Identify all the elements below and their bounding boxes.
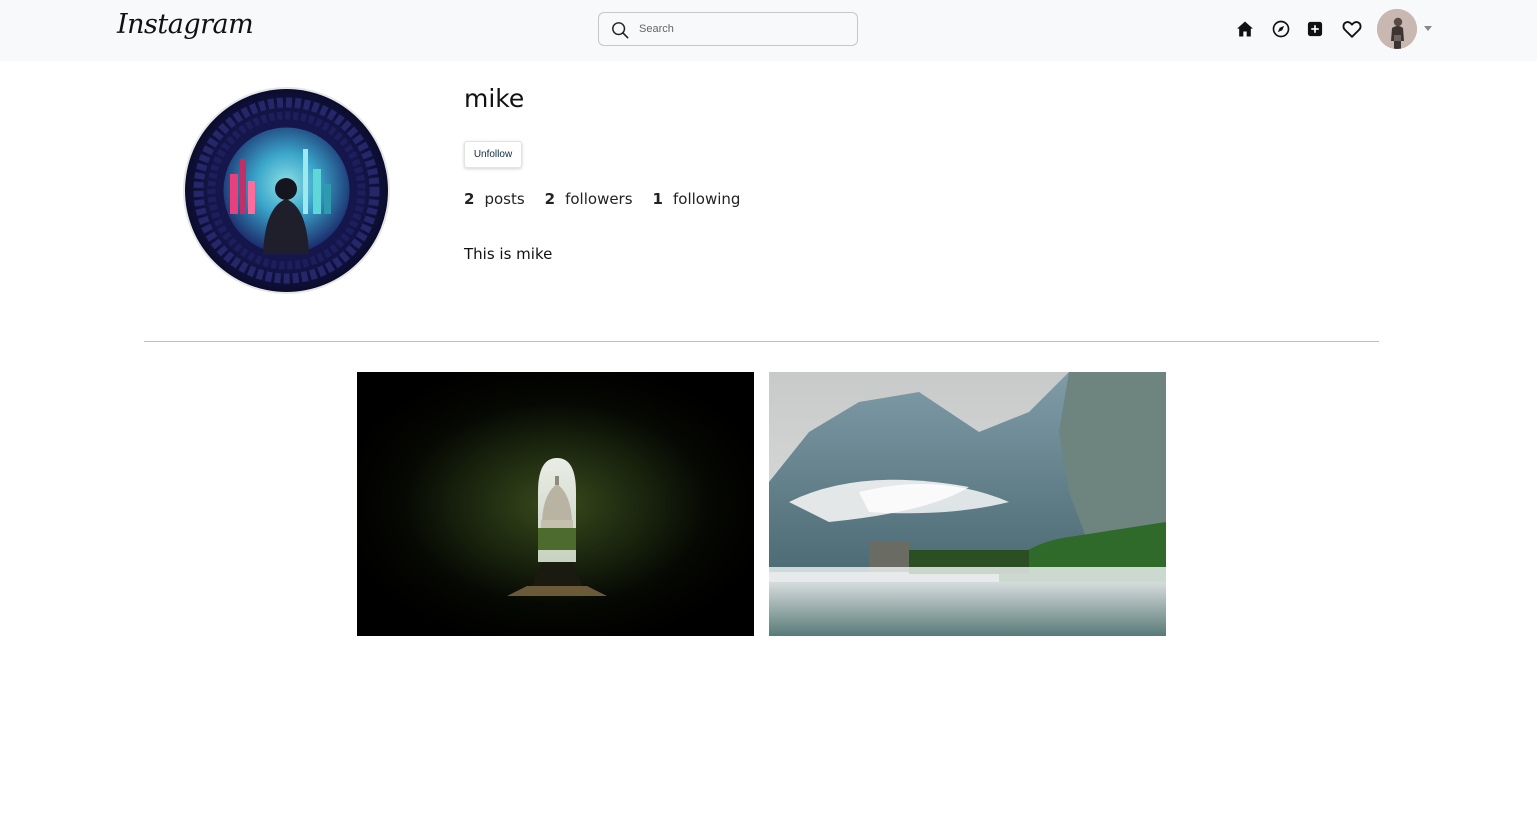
following-count-stat[interactable]: 1 following: [653, 190, 741, 208]
posts-count: 2: [464, 190, 475, 208]
keyhole-dome-image: [357, 372, 754, 636]
profile-divider: [144, 341, 1379, 342]
home-icon[interactable]: [1235, 19, 1255, 39]
new-post-icon[interactable]: [1305, 19, 1325, 39]
post-thumbnail-keyhole[interactable]: [357, 372, 754, 636]
account-avatar-image: [1377, 9, 1417, 49]
search-icon: [612, 22, 629, 39]
followers-count-stat[interactable]: 2 followers: [545, 190, 633, 208]
unfollow-button[interactable]: Unfollow: [464, 141, 522, 168]
posts-count-stat[interactable]: 2 posts: [464, 190, 525, 208]
posts-label: posts: [484, 190, 525, 208]
profile-stats: 2 posts 2 followers 1 following: [464, 190, 740, 208]
dropdown-caret-icon[interactable]: [1424, 26, 1432, 31]
activity-heart-icon[interactable]: [1341, 18, 1363, 40]
mountain-lake-image: [769, 372, 1166, 636]
profile-bio: This is mike: [464, 245, 553, 263]
following-count: 1: [652, 190, 663, 208]
search-input[interactable]: [639, 19, 844, 39]
instagram-logo[interactable]: Instagram: [117, 9, 254, 40]
explore-icon[interactable]: [1271, 19, 1291, 39]
following-label: following: [672, 190, 741, 208]
account-avatar[interactable]: [1377, 9, 1417, 49]
followers-label: followers: [565, 190, 633, 208]
profile-picture: [183, 87, 390, 294]
profile-username: mike: [464, 84, 525, 113]
followers-count: 2: [544, 190, 556, 208]
search-box[interactable]: [598, 12, 858, 46]
top-navigation-bar: Instagram: [0, 0, 1537, 61]
post-thumbnail-mountain-lake[interactable]: [769, 372, 1166, 636]
